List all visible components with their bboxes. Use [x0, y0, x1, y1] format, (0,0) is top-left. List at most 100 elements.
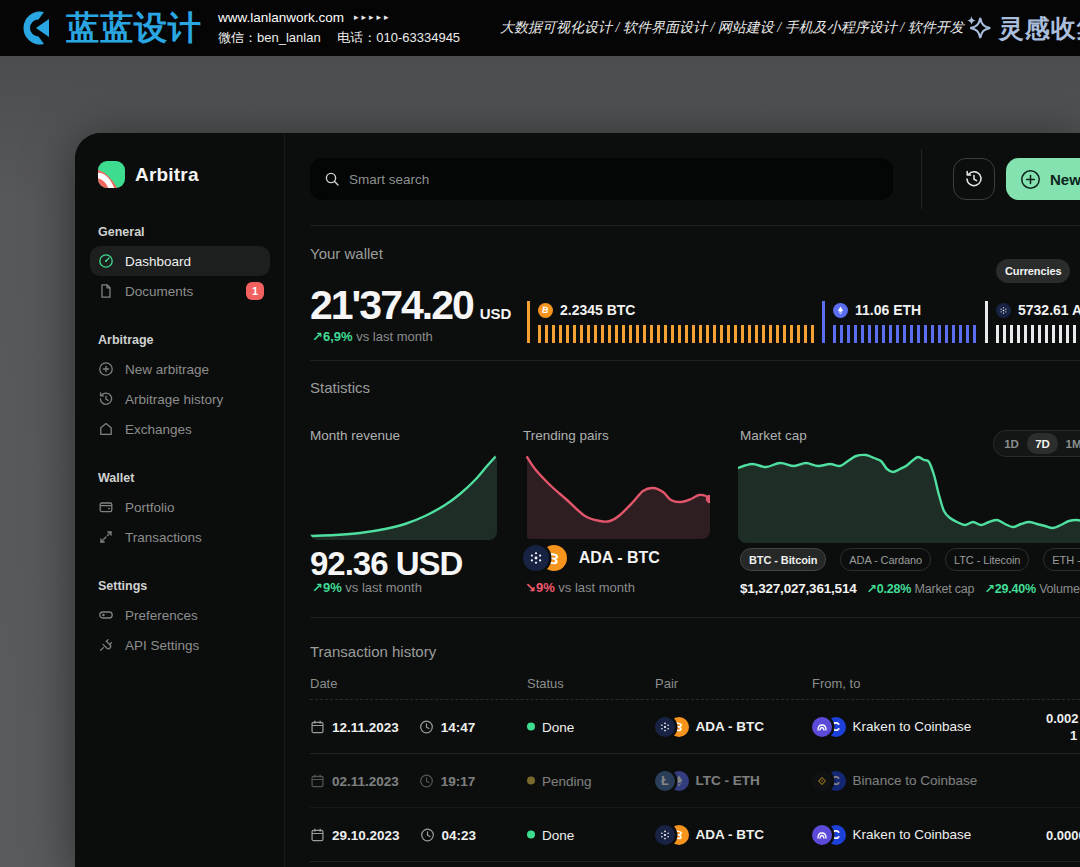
history-button[interactable] [953, 158, 995, 200]
sidebar-item-new-arbitrage[interactable]: New arbitrage [90, 354, 270, 384]
market-cap-range-toggle: 1D7D1M [993, 430, 1080, 457]
ada-icon [655, 717, 675, 737]
cell-date: 29.10.2023 04:23 [310, 827, 476, 842]
sidebar-item-portfolio[interactable]: Portfolio [90, 492, 270, 522]
date-text: 29.10.2023 [332, 827, 400, 842]
topbar-divider [921, 149, 922, 209]
home-icon [98, 421, 114, 437]
sidebar-section-settings: Settings [98, 579, 262, 593]
cell-status: Done [527, 827, 574, 842]
transactions-section-title: Transaction history [310, 643, 436, 660]
trending-pairs-label: Trending pairs [523, 428, 609, 443]
cell-route: CKraken to Coinbase [812, 825, 971, 845]
status-text: Pending [542, 773, 592, 788]
sidebar-item-label: Arbitrage history [125, 392, 223, 407]
cell-pair: ŁLTC - ETH [655, 771, 760, 791]
range-1m[interactable]: 1M [1058, 433, 1080, 454]
route-text: Kraken to Coinbase [853, 827, 972, 842]
market-cap-chart [738, 453, 1080, 543]
sidebar-section-arbitrage: Arbitrage [98, 333, 262, 347]
pair-text: LTC - ETH [696, 773, 760, 788]
range-1d[interactable]: 1D [996, 433, 1027, 454]
tag-ltc-litecoin[interactable]: LTC - Litecoin [945, 548, 1029, 571]
search-placeholder: Smart search [349, 172, 429, 187]
divider [310, 360, 1080, 361]
sparkle-star-icon [964, 13, 994, 43]
banner-collect-label: 灵感收集 [999, 12, 1080, 45]
desktop-background: Arbitra GeneralDashboardDocuments1Arbitr… [0, 56, 1080, 867]
trending-pairs-chart [523, 455, 710, 539]
month-revenue-chart [310, 453, 497, 540]
cell-pair: BADA - BTC [655, 825, 764, 845]
transaction-row[interactable]: 29.10.2023 04:23 Done BADA - BTC CKraken to … [310, 808, 1080, 862]
sidebar-item-preferences[interactable]: Preferences [90, 600, 270, 630]
cell-route: CKraken to Coinbase [812, 717, 971, 737]
sidebar-item-exchanges[interactable]: Exchanges [90, 414, 270, 444]
tag-btc-bitcoin[interactable]: BTC - Bitcoin [740, 548, 826, 571]
transaction-row[interactable]: 02.11.202319:17PendingŁLTC - ETHCBinance… [310, 754, 1080, 808]
search-icon [324, 171, 340, 187]
wallet-view-toggle: CurrenciesExchanges [996, 259, 1080, 283]
wallet-toggle-currencies[interactable]: Currencies [996, 259, 1070, 283]
clock-icon [419, 773, 434, 788]
screenshot-root: 蓝蓝设计 www.lanlanwork.com▸▸▸▸▸ 微信：ben_lanl… [0, 0, 1080, 867]
sidebar-item-label: Documents [125, 284, 193, 299]
dashboard-icon [98, 253, 114, 269]
divider [310, 225, 1080, 226]
sidebar: Arbitra GeneralDashboardDocuments1Arbitr… [75, 133, 285, 867]
banner-arrows: ▸▸▸▸▸ [354, 12, 392, 22]
time-text: 04:23 [442, 827, 477, 842]
cell-amount: 0.0021 [1046, 710, 1079, 744]
banner-info: www.lanlanwork.com▸▸▸▸▸ 微信：ben_lanlan 电话… [218, 10, 460, 47]
sidebar-section-wallet: Wallet [98, 471, 262, 485]
wallet-balance: 21'374.20USD [310, 282, 511, 329]
app-brand-name: Arbitra [135, 164, 199, 186]
history-icon [964, 169, 984, 189]
sidebar-item-label: Dashboard [125, 254, 191, 269]
sidebar-item-label: Transactions [125, 530, 202, 545]
divider [310, 617, 1080, 618]
app-logo: Arbitra [98, 161, 262, 188]
date-text: 02.11.2023 [332, 773, 399, 788]
calendar-icon [310, 773, 325, 788]
plug-icon [98, 637, 114, 653]
arrows-icon [98, 529, 114, 545]
cell-amount: 0.0000 [1046, 826, 1080, 843]
main-content: Smart search New arbitrage Your wallet 2… [285, 133, 1080, 867]
tag-ada-cardano[interactable]: ADA - Cardano [840, 548, 931, 571]
btc-icon: B [538, 303, 553, 318]
col-header-status: Status [527, 676, 564, 691]
volume-delta: ↗29.40% Volume (24h) [984, 581, 1080, 596]
sidebar-item-dashboard[interactable]: Dashboard [90, 246, 270, 276]
status-dot [527, 723, 535, 731]
sidebar-item-label: Preferences [125, 608, 198, 623]
transaction-row[interactable]: 12.11.202314:47DoneBADA - BTCCKraken to … [310, 700, 1080, 754]
sidebar-item-documents[interactable]: Documents1 [90, 276, 270, 306]
cell-status: Pending [527, 773, 592, 788]
cell-route: CBinance to Coinbase [812, 771, 977, 791]
calendar-icon [310, 719, 325, 734]
search-input[interactable]: Smart search [310, 158, 893, 200]
time-text: 14:47 [441, 719, 476, 734]
range-7d[interactable]: 7D [1027, 433, 1058, 454]
col-header-pair: Pair [655, 676, 678, 691]
status-text: Done [542, 827, 574, 842]
status-dot [527, 831, 535, 839]
new-arbitrage-button[interactable]: New arbitrage [1006, 158, 1080, 200]
tag-eth-ethereum[interactable]: ETH - Ethereum [1043, 548, 1080, 571]
new-arbitrage-label: New arbitrage [1050, 171, 1080, 188]
ada-icon [523, 545, 549, 571]
pair-text: ADA - BTC [696, 827, 765, 842]
sidebar-item-arbitrage-history[interactable]: Arbitrage history [90, 384, 270, 414]
transactions-table: 12.11.202314:47DoneBADA - BTCCKraken to … [310, 700, 1080, 862]
promo-banner: 蓝蓝设计 www.lanlanwork.com▸▸▸▸▸ 微信：ben_lanl… [0, 0, 1080, 56]
holding-eth: 11.06 ETH [822, 301, 985, 343]
pluscircle-icon [98, 361, 114, 377]
ada-icon [996, 303, 1011, 318]
banner-website-link[interactable]: www.lanlanwork.com [218, 10, 344, 25]
status-dot [527, 777, 535, 785]
banner-collect[interactable]: 灵感收集 [964, 12, 1080, 45]
sidebar-item-transactions[interactable]: Transactions [90, 522, 270, 552]
sidebar-item-label: API Settings [125, 638, 199, 653]
sidebar-item-api-settings[interactable]: API Settings [90, 630, 270, 660]
